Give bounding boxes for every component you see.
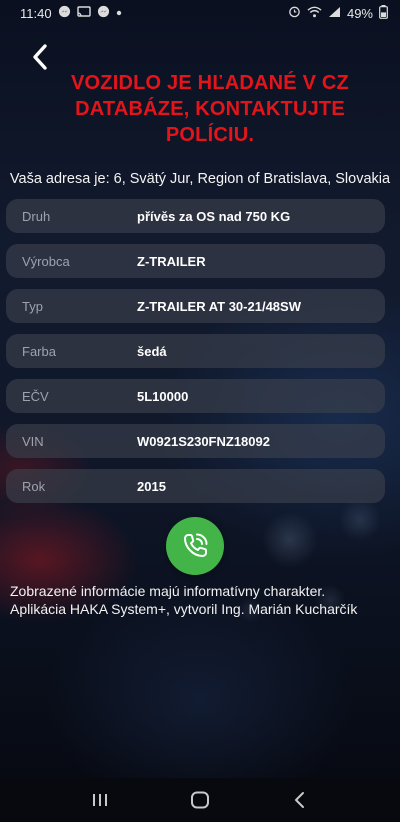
info-row-ecv: EČV 5L10000	[6, 379, 385, 413]
info-row-vyrobca: Výrobca Z-TRAILER	[6, 244, 385, 278]
home-button[interactable]	[180, 785, 220, 815]
status-time: 11:40	[20, 5, 52, 21]
status-bar: 11:40 49%	[0, 0, 400, 26]
info-label: Rok	[22, 478, 46, 494]
info-value: Z-TRAILER AT 30-21/48SW	[137, 298, 301, 314]
battery-percent: 49%	[346, 5, 373, 21]
vehicle-info-list: Druh přívěs za OS nad 750 KG Výrobca Z-T…	[6, 199, 385, 514]
info-label: VIN	[22, 433, 44, 449]
info-label: EČV	[22, 388, 49, 404]
disclaimer-line-2: Aplikácia HAKA System+, vytvoril Ing. Ma…	[10, 601, 358, 617]
recent-apps-button[interactable]	[80, 785, 120, 815]
back-icon	[295, 792, 304, 808]
info-value: 2015	[137, 478, 166, 494]
nav-back-button[interactable]	[280, 785, 320, 815]
home-icon	[191, 791, 209, 809]
battery-icon	[379, 4, 388, 22]
info-label: Druh	[22, 208, 51, 224]
system-nav-bar	[0, 778, 400, 822]
info-value: 5L10000	[137, 388, 189, 404]
cast-icon	[76, 5, 91, 21]
signal-icon	[328, 6, 341, 21]
info-label: Farba	[22, 343, 56, 359]
info-value: šedá	[137, 343, 167, 359]
alert-title: VOZIDLO JE HĽADANÉ V CZ DATABÁZE, KONTAK…	[71, 72, 349, 146]
info-label: Výrobca	[22, 253, 70, 269]
info-row-farba: Farba šedá	[6, 334, 385, 368]
info-value: Z-TRAILER	[137, 253, 206, 269]
alarm-icon	[288, 5, 301, 21]
phone-call-icon	[184, 533, 208, 557]
chevron-left-icon	[33, 44, 47, 70]
info-row-druh: Druh přívěs za OS nad 750 KG	[6, 199, 385, 233]
dot-icon	[116, 8, 122, 19]
info-row-rok: Rok 2015	[6, 469, 385, 503]
user-address: Vaša adresa je: 6, Svätý Jur, Region of …	[9, 171, 391, 187]
info-value: přívěs za OS nad 750 KG	[137, 208, 291, 224]
info-row-typ: Typ Z-TRAILER AT 30-21/48SW	[6, 289, 385, 323]
messenger-icon	[97, 5, 110, 21]
wifi-icon	[307, 6, 322, 21]
info-row-vin: VIN W0921S230FNZ18092	[6, 424, 385, 458]
info-value: W0921S230FNZ18092	[137, 433, 270, 449]
recent-apps-icon	[93, 794, 107, 806]
back-button[interactable]	[24, 40, 56, 74]
messenger-icon	[58, 5, 71, 21]
call-police-button[interactable]	[166, 517, 224, 575]
info-label: Typ	[22, 298, 43, 314]
disclaimer-line-1: Zobrazené informácie majú informatívny c…	[10, 583, 326, 599]
disclaimer: Zobrazené informácie majú informatívny c…	[10, 582, 395, 618]
